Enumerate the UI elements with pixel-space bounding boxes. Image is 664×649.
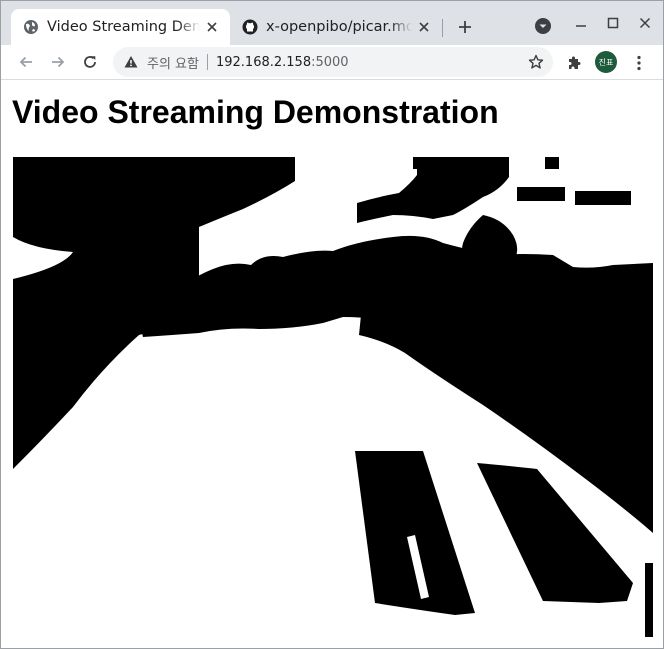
bookmark-star-icon[interactable] (527, 53, 545, 71)
address-divider (206, 54, 208, 70)
close-icon (639, 17, 651, 29)
maximize-icon (607, 17, 619, 29)
video-stream-image (13, 157, 653, 637)
globe-icon (23, 19, 39, 35)
reload-icon (84, 56, 96, 68)
forward-button[interactable] (45, 49, 71, 75)
browser-menu-button[interactable] (629, 52, 649, 74)
security-status-label[interactable]: 주의 요함 (147, 53, 199, 72)
page-title: Video Streaming Demonstration (12, 94, 499, 130)
browser-window: Video Streaming Demonstration x-openpibo… (0, 0, 664, 649)
back-button[interactable] (13, 49, 39, 75)
extensions-button[interactable] (563, 52, 585, 74)
url-host: 192.168.2.158 (215, 54, 312, 70)
tab-strip: Video Streaming Demonstration x-openpibo… (1, 1, 663, 45)
tab-search-button[interactable] (532, 15, 554, 37)
minimize-button[interactable] (565, 9, 597, 37)
tab-title: Video Streaming Demonstration (47, 19, 200, 35)
url-port: :5000 (311, 54, 349, 70)
plus-icon (459, 21, 471, 33)
close-tab-icon[interactable] (416, 19, 432, 35)
tab-picar-md[interactable]: x-openpibo/picar.md at main (230, 9, 442, 45)
tab-separator (442, 19, 443, 37)
address-bar[interactable]: 주의 요함 192.168.2.158:5000 (113, 47, 553, 77)
profile-avatar[interactable]: 진표 (595, 51, 617, 73)
new-tab-button[interactable] (453, 15, 477, 39)
arrow-right-icon (52, 56, 65, 68)
tab-video-streaming[interactable]: Video Streaming Demonstration (11, 9, 230, 45)
maximize-button[interactable] (597, 9, 629, 37)
arrow-left-icon (19, 56, 32, 68)
browser-toolbar: 주의 요함 192.168.2.158:5000 진표 (1, 45, 663, 80)
close-tab-icon[interactable] (204, 19, 220, 35)
tab-title: x-openpibo/picar.md at main (266, 19, 412, 35)
minimize-icon (576, 25, 586, 27)
puzzle-icon (569, 56, 581, 69)
chevron-down-circle-icon (535, 18, 551, 34)
warning-icon[interactable] (123, 54, 139, 70)
reload-button[interactable] (77, 49, 103, 75)
github-icon (242, 19, 258, 35)
page-content: Video Streaming Demonstration (1, 80, 663, 648)
close-window-button[interactable] (629, 9, 661, 37)
kebab-menu-icon (637, 55, 641, 71)
